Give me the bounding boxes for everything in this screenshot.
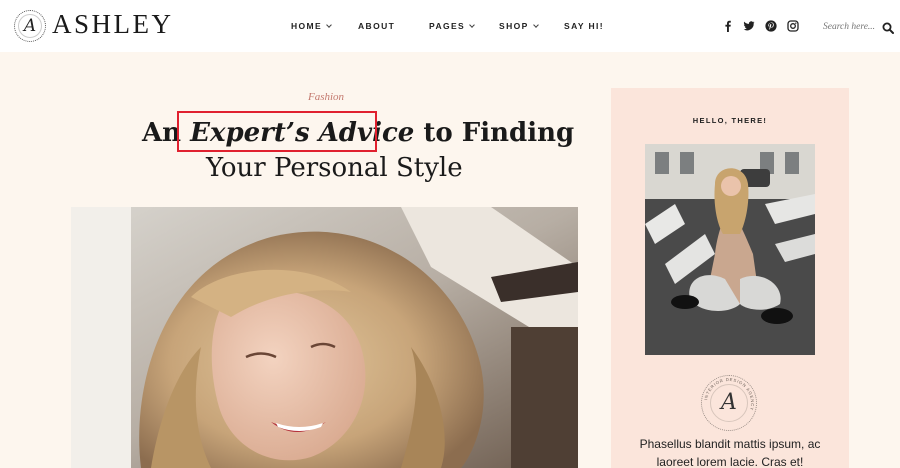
nav-item-label: HOME [291, 21, 323, 31]
intro-line: Phasellus blandit mattis ipsum, ac [639, 437, 821, 451]
logo-ring [18, 14, 42, 38]
site-header: A ASHLEY HOME ABOUT PAGES SHOP SAY HI! [0, 0, 900, 52]
logo-mark[interactable]: A [14, 10, 46, 42]
post-title-line-1[interactable]: An Expert’s Advice to Finding [142, 120, 574, 146]
author-logo-badge: INTERIOR DESIGN AGENCY A [701, 375, 757, 431]
nav-item-home[interactable]: HOME [291, 21, 332, 31]
nav-item-label: SAY HI! [564, 21, 605, 31]
instagram-icon[interactable] [786, 19, 799, 32]
facebook-icon[interactable] [721, 19, 734, 32]
chevron-down-icon [469, 22, 475, 28]
svg-text:INTERIOR DESIGN AGENCY: INTERIOR DESIGN AGENCY [703, 377, 755, 412]
nav-item-pages[interactable]: PAGES [429, 21, 475, 31]
title-prefix: An [142, 118, 182, 148]
chevron-down-icon [326, 22, 332, 28]
nav-item-say-hi[interactable]: SAY HI! [564, 21, 604, 31]
search-input[interactable] [823, 20, 881, 34]
chevron-down-icon [532, 22, 539, 28]
pinterest-icon[interactable] [764, 19, 777, 32]
title-suffix: to Finding [423, 118, 575, 148]
featured-image[interactable] [71, 207, 578, 468]
widget-intro-text: Phasellus blandit mattis ipsum, ac laore… [611, 435, 849, 468]
nav-item-shop[interactable]: SHOP [499, 21, 539, 31]
badge-ring-text: INTERIOR DESIGN AGENCY [703, 377, 755, 412]
search-icon[interactable] [882, 21, 894, 34]
twitter-icon[interactable] [742, 19, 755, 32]
nav-item-label: PAGES [429, 21, 466, 31]
search-form [823, 20, 895, 34]
site-name[interactable]: ASHLEY [52, 11, 174, 38]
nav-item-label: ABOUT [358, 21, 396, 31]
nav-item-about[interactable]: ABOUT [358, 21, 395, 31]
title-emphasis: Expert’s Advice [190, 118, 415, 148]
author-photo[interactable] [645, 144, 815, 355]
post-title-line-2[interactable]: Your Personal Style [206, 155, 463, 181]
intro-line: laoreet lorem lacie. Cras et! [656, 455, 804, 468]
post-category[interactable]: Fashion [296, 91, 356, 103]
sidebar-about-widget: HELLO, THERE! INTERIOR DESIGN AGENCY A P… [611, 88, 849, 468]
nav-item-label: SHOP [499, 21, 529, 31]
widget-heading: HELLO, THERE! [692, 116, 768, 125]
